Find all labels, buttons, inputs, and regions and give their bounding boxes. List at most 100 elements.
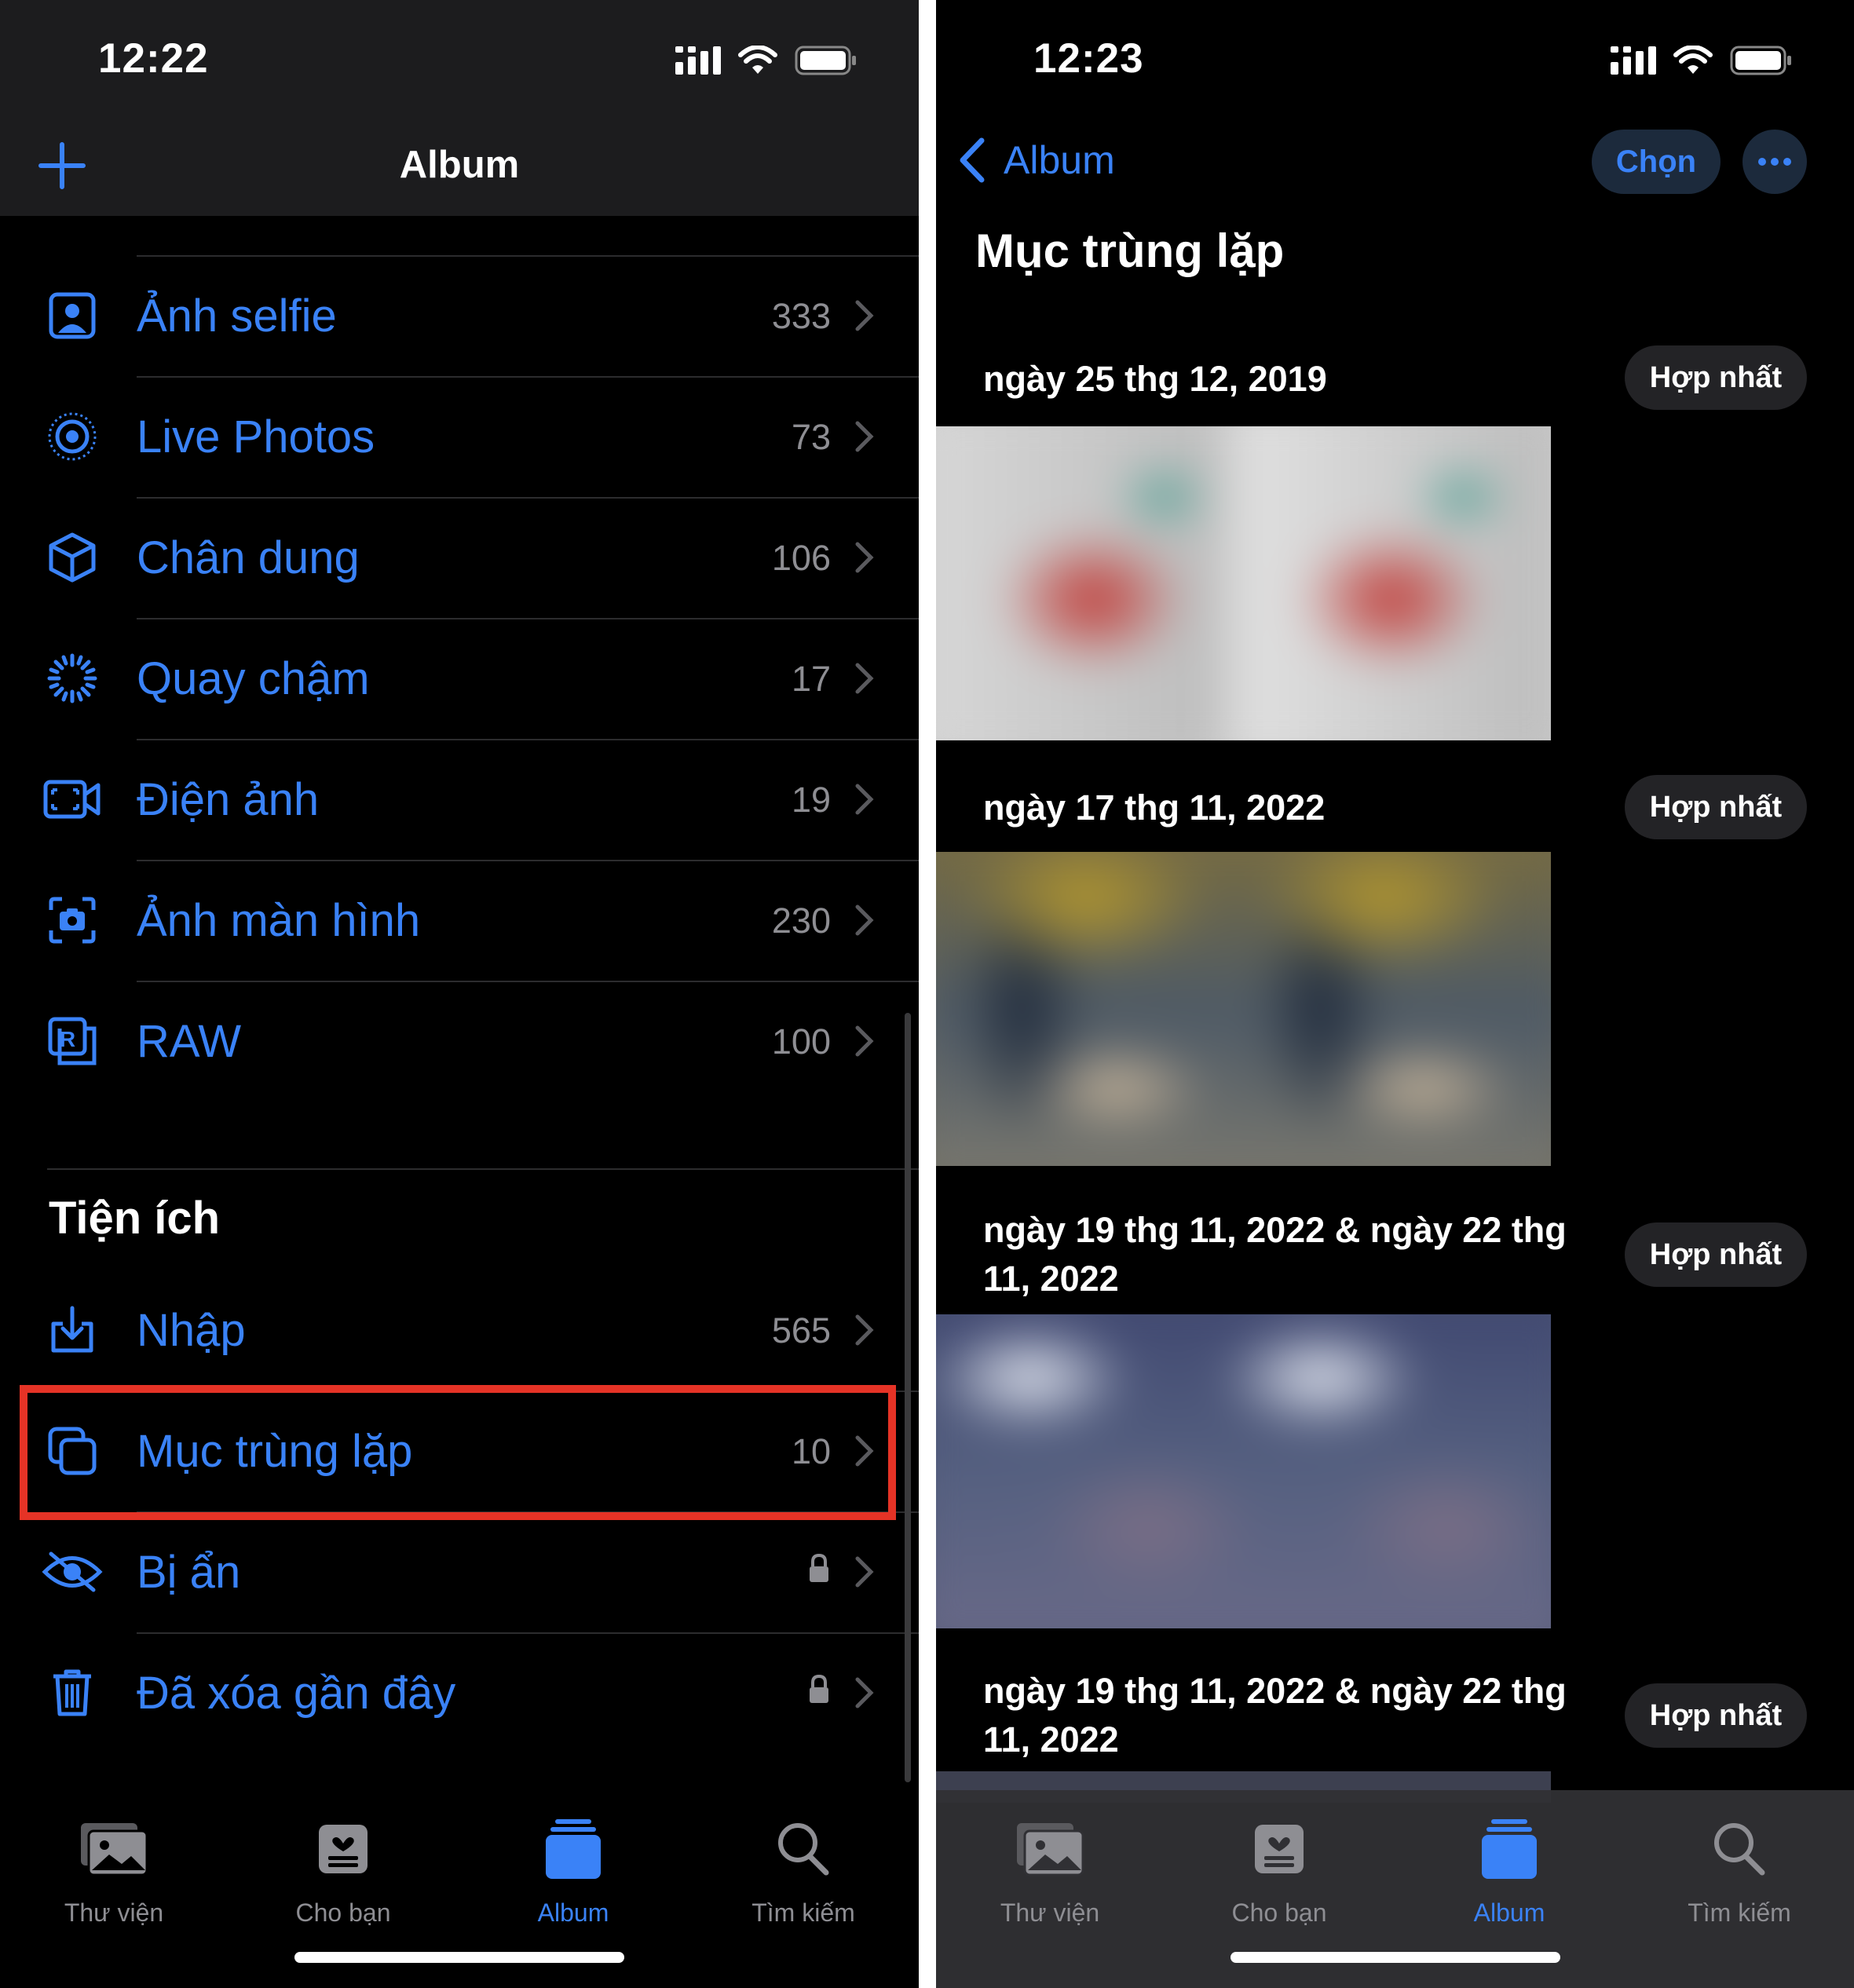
album-count: 19 <box>791 780 831 820</box>
home-indicator[interactable] <box>294 1952 624 1963</box>
tab-label: Tìm kiếm <box>751 1898 855 1927</box>
album-count: 333 <box>771 296 831 336</box>
chevron-right-icon <box>855 542 874 573</box>
album-label: Đã xóa gần đây <box>137 1668 456 1719</box>
tab-search[interactable]: Tìm kiếm <box>1629 1806 1849 1928</box>
tab-library[interactable]: Thư viện <box>940 1806 1160 1928</box>
chevron-right-icon <box>855 421 874 452</box>
trash-icon <box>53 1669 91 1716</box>
album-label: Điện ảnh <box>137 774 320 825</box>
for-you-icon <box>1255 1825 1304 1873</box>
album-count: 230 <box>771 901 831 941</box>
highlight-box-duplicates <box>20 1385 896 1520</box>
merge-button[interactable]: Hợp nhất <box>1625 345 1807 410</box>
album-row-slow-motion[interactable]: Quay chậm 17 <box>0 618 919 739</box>
duplicate-group-date: ngày 19 thg 11, 2022 & ngày 22 thg 11, 2… <box>983 1210 1567 1299</box>
tab-bar: Thư viện Cho bạn Album Tìm kiếm <box>936 1790 1854 1988</box>
merge-button[interactable]: Hợp nhất <box>1625 1683 1807 1748</box>
album-row-hidden[interactable]: Bị ẩn <box>0 1511 919 1632</box>
merge-button[interactable]: Hợp nhất <box>1625 775 1807 839</box>
cinematic-icon <box>43 780 101 819</box>
album-row-import[interactable]: Nhập 565 <box>0 1270 919 1391</box>
more-options-button[interactable] <box>1742 130 1807 194</box>
select-button[interactable]: Chọn <box>1592 130 1721 194</box>
merge-button[interactable]: Hợp nhất <box>1625 1222 1807 1287</box>
slow-motion-icon <box>47 653 97 703</box>
album-label: Bị ẩn <box>137 1547 241 1598</box>
chevron-right-icon <box>855 663 874 694</box>
duplicate-photo-thumbnail[interactable] <box>936 852 1551 1166</box>
album-count: 100 <box>771 1021 831 1062</box>
status-time: 12:22 <box>98 35 209 82</box>
album-row-cinematic[interactable]: Điện ảnh 19 <box>0 739 919 860</box>
album-count: 106 <box>771 538 831 578</box>
ellipsis-icon <box>1758 158 1791 166</box>
album-label: Chân dung <box>137 532 360 583</box>
tab-label: Thư viện <box>64 1898 164 1927</box>
library-icon <box>1017 1823 1084 1877</box>
cellular-signal-icon <box>1611 46 1656 75</box>
chevron-right-icon <box>855 784 874 815</box>
tab-label: Cho bạn <box>1231 1898 1327 1927</box>
album-count: 565 <box>771 1310 831 1350</box>
duplicate-group-date: ngày 25 thg 12, 2019 <box>983 359 1327 399</box>
page-title: Album <box>399 144 520 186</box>
library-icon <box>81 1823 148 1877</box>
search-icon <box>778 1823 829 1876</box>
home-indicator[interactable] <box>1230 1952 1560 1963</box>
chevron-right-icon <box>855 904 874 936</box>
scrollbar[interactable] <box>905 1013 911 1782</box>
chevron-right-icon <box>855 1556 874 1588</box>
chevron-right-icon <box>855 300 874 331</box>
album-row-raw[interactable]: R RAW 100 <box>0 981 919 1102</box>
chevron-left-icon <box>960 137 985 183</box>
album-label: Quay chậm <box>137 653 370 704</box>
raw-icon: R <box>48 1017 97 1065</box>
album-row-recently-deleted[interactable]: Đã xóa gần đây <box>0 1632 919 1753</box>
chevron-right-icon <box>855 1314 874 1346</box>
duplicate-photo-thumbnail[interactable] <box>936 1314 1551 1628</box>
tab-for-you[interactable]: Cho bạn <box>233 1806 453 1928</box>
portrait-cube-icon <box>49 532 96 583</box>
back-label: Album <box>1004 138 1115 182</box>
album-row-selfie[interactable]: Ảnh selfie 333 <box>0 255 919 376</box>
chevron-right-icon <box>855 1677 874 1708</box>
back-button[interactable]: Album <box>958 137 1115 183</box>
album-count: 73 <box>791 417 831 457</box>
tab-for-you[interactable]: Cho bạn <box>1169 1806 1389 1928</box>
selfie-icon <box>49 292 96 339</box>
search-icon <box>1714 1823 1765 1876</box>
import-icon <box>51 1306 93 1353</box>
wifi-icon <box>738 46 777 74</box>
duplicate-group-date: ngày 19 thg 11, 2022 & ngày 22 thg 11, 2… <box>983 1671 1567 1760</box>
chevron-right-icon <box>855 1025 874 1057</box>
battery-icon <box>795 46 856 75</box>
tab-label: Thư viện <box>1000 1898 1100 1927</box>
album-label: Ảnh màn hình <box>137 895 421 946</box>
tab-search[interactable]: Tìm kiếm <box>693 1806 913 1928</box>
tab-albums[interactable]: Album <box>463 1806 683 1928</box>
album-label: RAW <box>137 1016 242 1067</box>
tab-label: Album <box>1473 1898 1545 1927</box>
duplicate-photo-thumbnail[interactable] <box>936 426 1551 740</box>
section-title-utilities: Tiện ích <box>49 1193 221 1244</box>
album-row-screenshots[interactable]: Ảnh màn hình 230 <box>0 860 919 981</box>
battery-icon <box>1730 46 1791 75</box>
status-time: 12:23 <box>1033 35 1144 82</box>
lock-icon <box>810 1553 828 1582</box>
album-label: Live Photos <box>137 411 375 462</box>
tab-label: Tìm kiếm <box>1688 1898 1791 1927</box>
albums-icon <box>1482 1819 1537 1879</box>
hidden-eye-icon <box>42 1551 103 1592</box>
wifi-icon <box>1673 46 1713 74</box>
tab-library[interactable]: Thư viện <box>4 1806 224 1928</box>
status-bar: 12:23 <box>936 0 1854 118</box>
svg-text:R: R <box>60 1027 75 1051</box>
right-screen: 12:23 Album Chọn Mục trùng lặp ngày 25 t… <box>936 0 1854 1988</box>
albums-icon <box>546 1819 601 1879</box>
album-row-live-photos[interactable]: Live Photos 73 <box>0 376 919 497</box>
album-row-portrait[interactable]: Chân dung 106 <box>0 497 919 618</box>
tab-albums[interactable]: Album <box>1399 1806 1619 1928</box>
album-label: Ảnh selfie <box>137 291 337 342</box>
status-bar: 12:22 <box>0 0 919 118</box>
